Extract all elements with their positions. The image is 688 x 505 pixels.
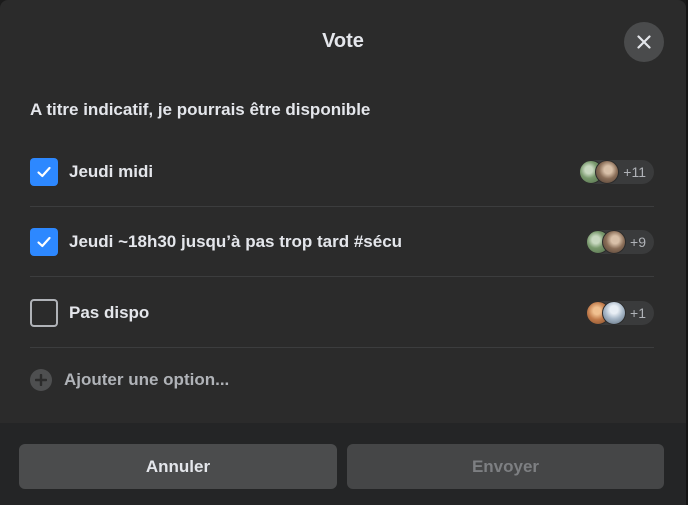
check-icon: [37, 166, 51, 178]
voter-avatar: [602, 230, 627, 254]
poll-option[interactable]: Jeudi midi +11: [30, 137, 654, 207]
poll-question: A titre indicatif, je pourrais être disp…: [30, 100, 371, 119]
vote-dialog: Vote A titre indicatif, je pourrais être…: [0, 0, 686, 505]
option-label: Pas dispo: [69, 303, 150, 322]
option-label: Jeudi ~18h30 jusqu’à pas trop tard #sécu: [69, 232, 403, 251]
dialog-footer: Annuler Envoyer: [0, 423, 686, 505]
option-checkbox[interactable]: [30, 158, 58, 186]
voters-facepile[interactable]: +11: [579, 160, 654, 184]
option-checkbox[interactable]: [30, 228, 58, 256]
voters-facepile[interactable]: +9: [586, 230, 654, 254]
check-icon: [37, 236, 51, 248]
voter-avatar: [595, 160, 620, 184]
voter-avatar: [602, 301, 627, 325]
dialog-title: Vote: [322, 30, 364, 52]
voters-facepile[interactable]: +1: [586, 301, 654, 325]
voters-count: +9: [630, 234, 646, 250]
plus-circle-icon: [30, 369, 52, 391]
add-option-button[interactable]: Ajouter une option...: [30, 369, 229, 391]
close-button[interactable]: [624, 22, 664, 62]
option-label: Jeudi midi: [69, 162, 154, 181]
add-option-label: Ajouter une option...: [64, 370, 230, 389]
close-icon: [637, 35, 651, 49]
option-checkbox[interactable]: [30, 299, 58, 327]
poll-option[interactable]: Pas dispo +1: [30, 278, 654, 348]
poll-option[interactable]: Jeudi ~18h30 jusqu’à pas trop tard #sécu…: [30, 207, 654, 277]
submit-button[interactable]: Envoyer: [347, 444, 664, 489]
voters-count: +1: [630, 305, 646, 321]
voters-count: +11: [623, 164, 646, 180]
cancel-button[interactable]: Annuler: [19, 444, 337, 489]
